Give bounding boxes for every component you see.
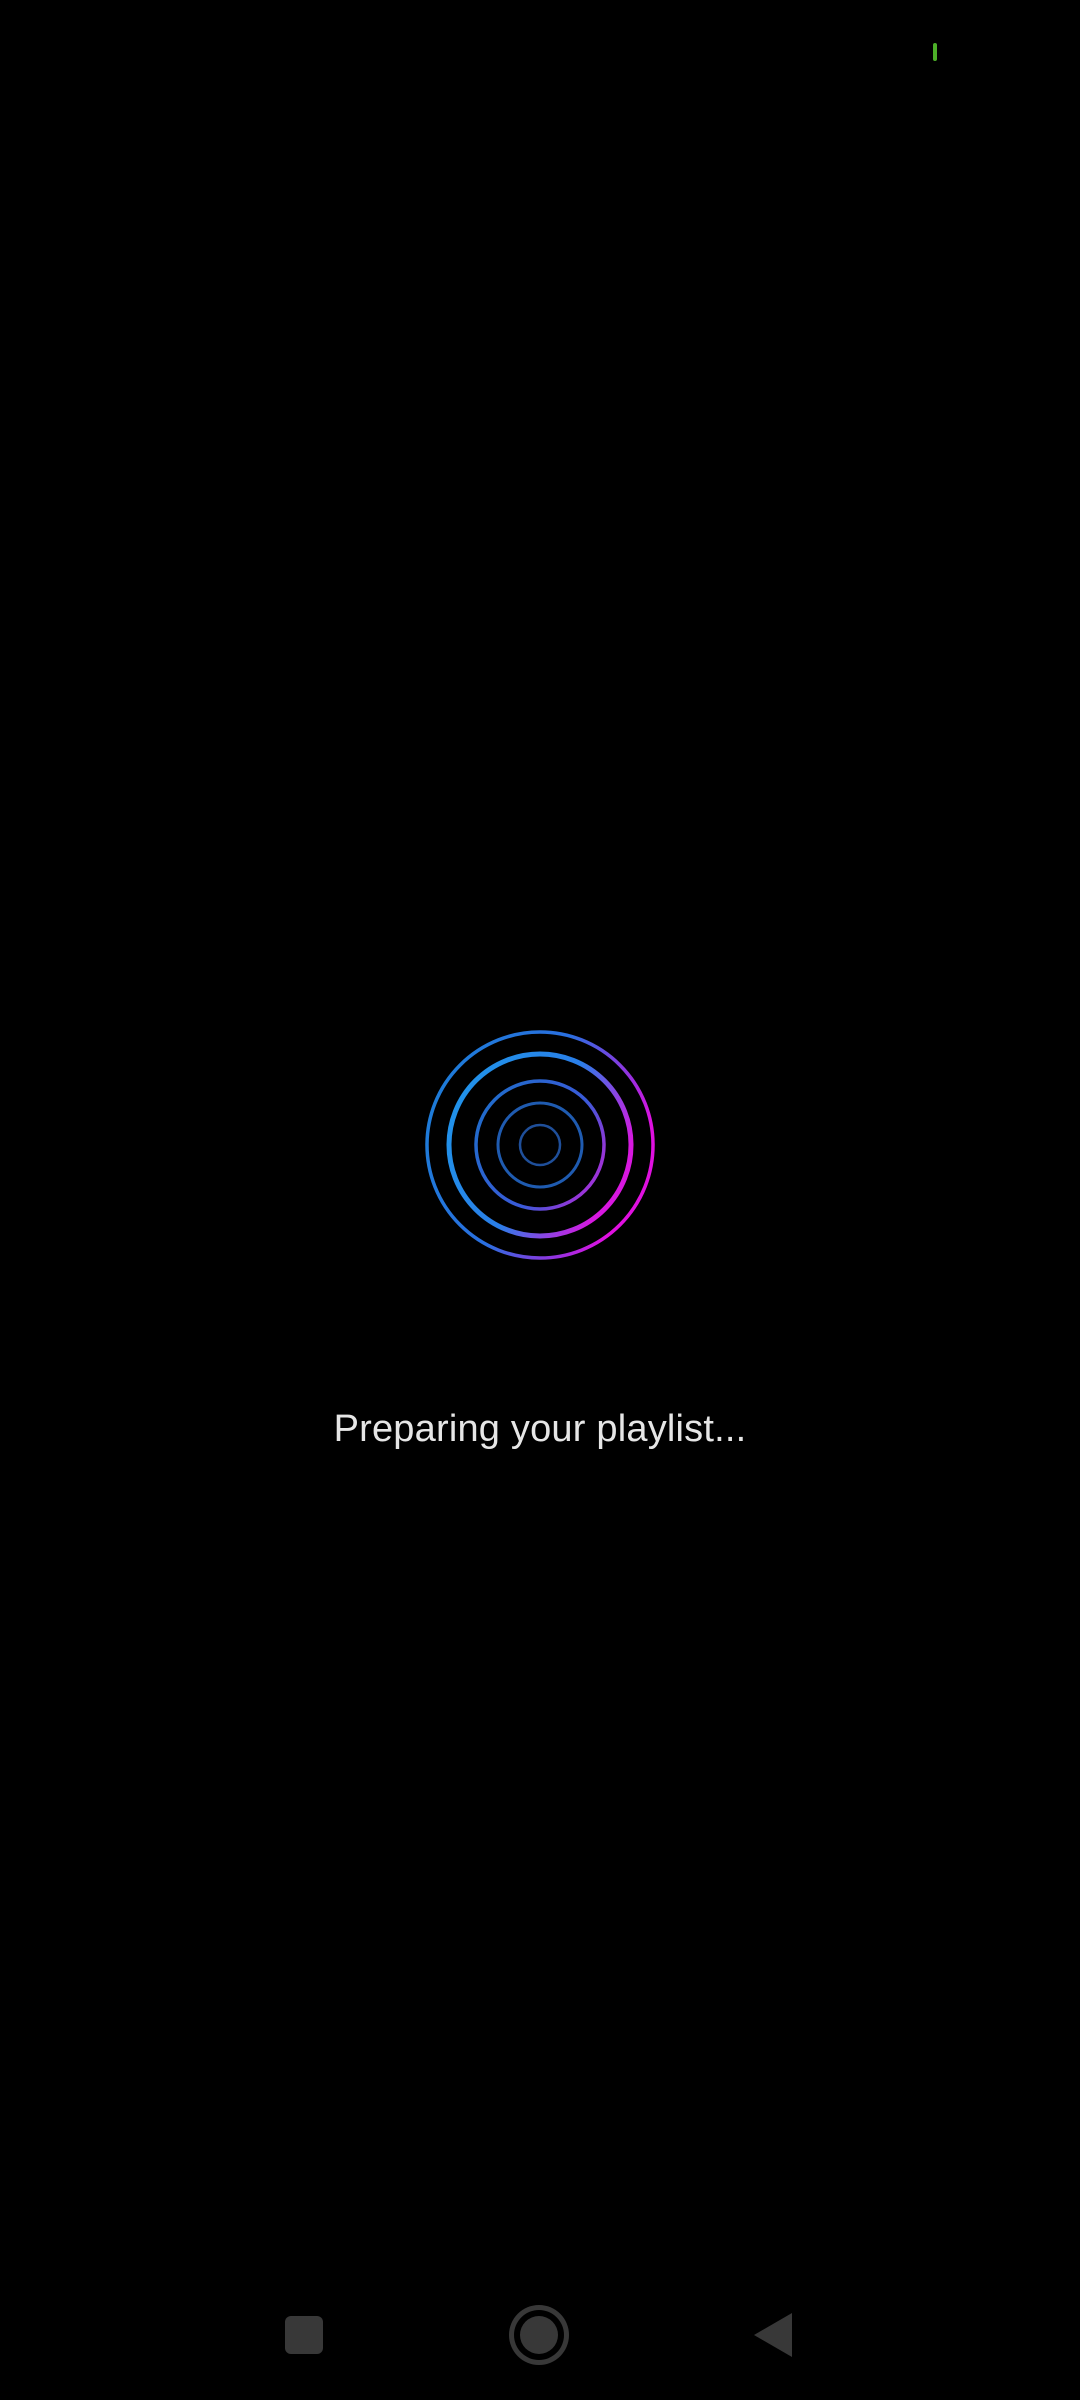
triangle-back-icon — [754, 2313, 792, 2357]
loader-ring-4 — [496, 1101, 584, 1189]
loader-ring-5 — [518, 1123, 562, 1167]
recents-button[interactable] — [249, 2280, 359, 2390]
back-button[interactable] — [718, 2280, 828, 2390]
system-navigation-bar — [0, 2280, 1080, 2400]
circle-icon — [520, 2316, 558, 2354]
app-screen: Preparing your playlist... — [0, 0, 1080, 2400]
loader-ring-3 — [474, 1079, 606, 1211]
loader-ring-1 — [425, 1030, 655, 1260]
square-icon — [285, 2316, 323, 2354]
status-indicator-icon — [933, 43, 937, 61]
loading-message: Preparing your playlist... — [333, 1408, 747, 1450]
concentric-rings-loader-icon — [425, 1030, 655, 1260]
home-button[interactable] — [484, 2280, 594, 2390]
